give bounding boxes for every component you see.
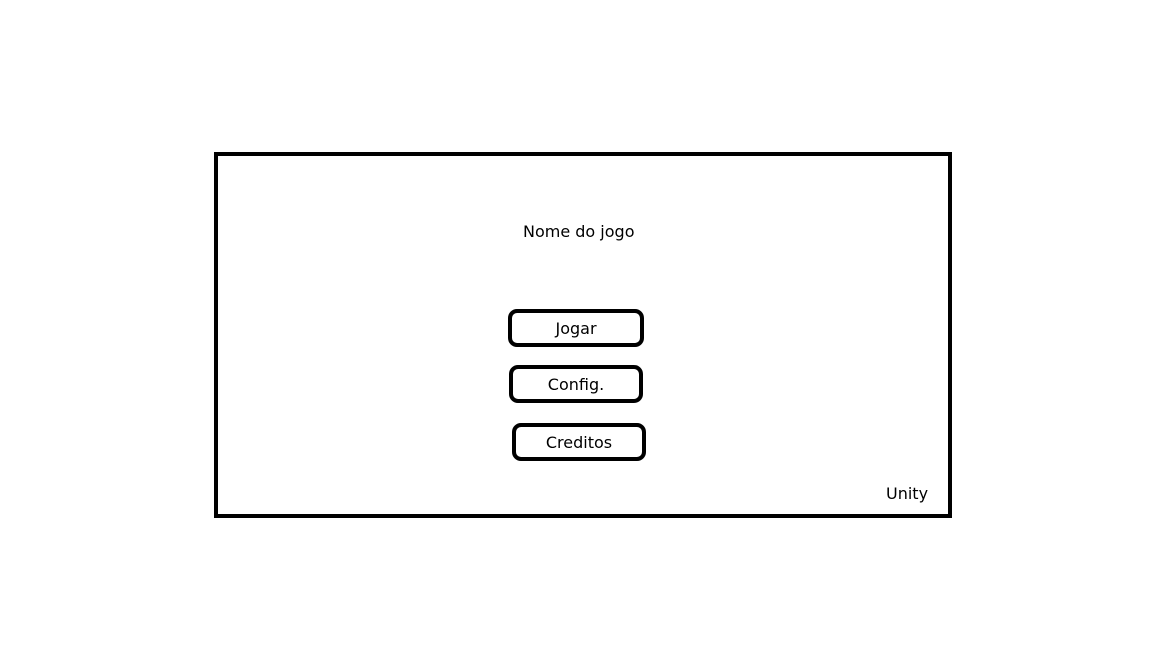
engine-label: Unity xyxy=(886,484,929,503)
play-button[interactable]: Jogar xyxy=(508,309,644,347)
game-screen-frame: Nome do jogo Jogar Config. Creditos Unit… xyxy=(214,152,952,518)
config-button[interactable]: Config. xyxy=(509,365,643,403)
game-title: Nome do jogo xyxy=(523,222,635,241)
credits-button[interactable]: Creditos xyxy=(512,423,646,461)
